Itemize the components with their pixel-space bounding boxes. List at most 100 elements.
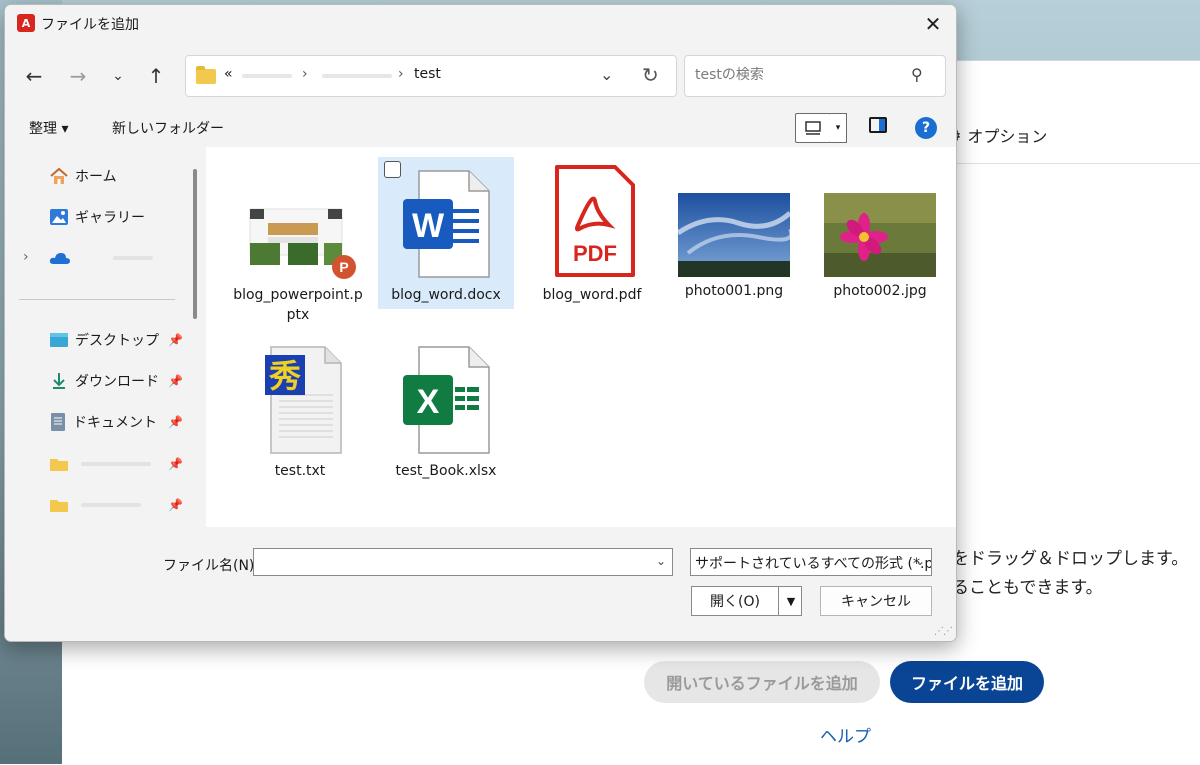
recent-locations-button[interactable]: ⌄ <box>103 61 133 91</box>
new-folder-button[interactable]: 新しいフォルダー <box>112 118 224 138</box>
command-bar: 整理 ▾ 新しいフォルダー ▾ ? <box>5 107 956 147</box>
sidebar-item-label: ホーム <box>75 169 117 185</box>
close-icon: ✕ <box>924 12 942 36</box>
sidebar-item-home[interactable]: ホーム <box>49 163 117 189</box>
sidebar-item-redacted <box>81 462 151 466</box>
sidebar-item-redacted <box>81 503 141 507</box>
pin-icon[interactable]: 📌 <box>168 498 183 512</box>
sidebar-item-documents[interactable]: ドキュメント <box>49 409 157 435</box>
file-name: blog_word.docx <box>391 287 501 303</box>
split-divider <box>778 587 779 615</box>
address-segment-redacted[interactable] <box>322 74 392 78</box>
view-options-dropdown[interactable]: ▾ <box>830 113 847 143</box>
chevron-down-icon[interactable]: ⌄ <box>656 554 666 568</box>
drop-instructions-line1: をドラッグ＆ドロップします。 <box>952 549 1189 569</box>
help-link[interactable]: ヘルプ <box>820 722 871 747</box>
sidebar-item-label: ダウンロード <box>75 374 159 390</box>
back-button[interactable]: ← <box>19 61 49 91</box>
arrow-up-icon: ↑ <box>147 64 165 88</box>
gallery-icon <box>50 209 68 225</box>
resize-grip-icon[interactable]: ⋰⋰ <box>934 626 953 637</box>
file-item-xlsx[interactable]: X test_Book.xlsx <box>378 341 514 481</box>
sidebar-item-redacted <box>113 256 153 260</box>
open-button[interactable]: 開く(O) <box>692 587 778 615</box>
up-button[interactable]: ↑ <box>141 61 171 91</box>
sidebar-item-folder[interactable] <box>49 492 141 518</box>
sidebar-item-label: ドキュメント <box>73 415 157 431</box>
onedrive-icon <box>49 253 70 264</box>
open-options-button[interactable]: ▼ <box>780 587 802 615</box>
file-name: photo001.png <box>684 283 784 299</box>
preview-pane-icon[interactable] <box>869 117 887 133</box>
flower-photo-thumbnail-icon <box>824 193 936 277</box>
pdf-file-icon: PDF <box>555 165 635 277</box>
options-button[interactable]: ⚙ オプション <box>947 123 1047 147</box>
file-item-pdf[interactable]: PDF blog_word.pdf <box>524 161 660 305</box>
pin-icon[interactable]: 📌 <box>168 415 183 429</box>
pin-icon[interactable]: 📌 <box>168 333 183 347</box>
sidebar-item-label: ギャラリー <box>75 210 145 226</box>
sidebar-item-gallery[interactable]: ギャラリー <box>49 204 145 230</box>
caret-down-icon: ▾ <box>835 123 841 133</box>
file-item-pptx[interactable]: P blog_powerpoint.pptx <box>230 205 366 325</box>
svg-text:P: P <box>339 259 348 275</box>
dialog-title: ファイルを追加 <box>41 17 139 33</box>
folder-icon <box>50 500 68 512</box>
navigation-pane: ホーム ギャラリー › デスクトップ 📌 ダウンロード 📌 ドキュメント 📌 📌… <box>5 147 205 527</box>
search-box[interactable]: ⚲ <box>684 55 946 97</box>
close-button[interactable]: ✕ <box>920 11 946 37</box>
file-item-jpg[interactable]: photo002.jpg <box>812 193 948 301</box>
selection-checkbox[interactable] <box>384 161 401 178</box>
file-list: P blog_powerpoint.pptx W blog_word.docx <box>206 147 956 527</box>
file-name: test.txt <box>274 463 326 479</box>
view-icon <box>805 121 821 135</box>
folder-icon <box>50 459 68 471</box>
options-label: オプション <box>967 127 1048 146</box>
sidebar-item-desktop[interactable]: デスクトップ <box>49 327 159 353</box>
organize-menu[interactable]: 整理 ▾ <box>29 118 68 138</box>
pin-icon[interactable]: 📌 <box>168 457 183 471</box>
open-split-button: 開く(O) ▼ <box>691 586 802 616</box>
refresh-icon[interactable]: ↻ <box>642 63 659 87</box>
file-name: photo002.jpg <box>833 283 927 299</box>
filename-label: ファイル名(N): <box>163 558 260 574</box>
cancel-button[interactable]: キャンセル <box>820 586 932 616</box>
view-button[interactable] <box>795 113 831 143</box>
sidebar-item-downloads[interactable]: ダウンロード <box>49 368 159 394</box>
download-icon <box>53 373 65 389</box>
file-name: blog_word.pdf <box>542 287 642 303</box>
search-icon: ⚲ <box>911 65 923 84</box>
file-item-docx[interactable]: W blog_word.docx <box>378 157 514 309</box>
svg-text:W: W <box>412 207 445 245</box>
excel-file-icon: X <box>403 346 490 454</box>
folder-icon <box>196 66 216 84</box>
add-open-files-button[interactable]: 開いているファイルを追加 <box>644 661 880 703</box>
sidebar-scrollbar[interactable] <box>193 169 197 319</box>
sidebar-item-folder[interactable] <box>49 451 151 477</box>
address-history-chevron-icon[interactable]: ⌄ <box>600 65 613 84</box>
acrobat-icon: A <box>17 14 35 32</box>
word-file-icon: W <box>403 170 490 278</box>
pin-icon[interactable]: 📌 <box>168 374 183 388</box>
file-item-txt[interactable]: 秀 test.txt <box>232 341 368 481</box>
file-item-png[interactable]: photo001.png <box>666 193 802 301</box>
add-file-button[interactable]: ファイルを追加 <box>890 661 1044 703</box>
sidebar-item-onedrive[interactable] <box>49 245 153 271</box>
desktop-icon <box>50 333 68 347</box>
arrow-left-icon: ← <box>25 64 43 88</box>
help-icon[interactable]: ? <box>915 117 937 139</box>
home-icon <box>50 167 68 184</box>
filename-combobox[interactable]: ⌄ <box>253 548 673 576</box>
address-bar[interactable]: « › › test ⌄ ↻ <box>185 55 677 97</box>
add-file-dialog: A ファイルを追加 ✕ ← → ⌄ ↑ « › › test ⌄ ↻ ⚲ 整理 … <box>4 4 957 642</box>
file-name: test_Book.xlsx <box>395 463 497 479</box>
address-current-folder[interactable]: test <box>414 66 441 82</box>
filetype-select[interactable]: サポートされているすべての形式 (*.p ⌄ <box>690 548 932 576</box>
address-segment-redacted[interactable] <box>242 74 292 78</box>
breadcrumb-separator-icon: › <box>398 66 404 82</box>
address-overflow[interactable]: « <box>224 66 233 82</box>
search-input[interactable] <box>693 66 907 84</box>
expand-chevron-icon[interactable]: › <box>23 249 29 265</box>
drop-instructions-line2: ることもできます。 <box>952 578 1103 598</box>
forward-button[interactable]: → <box>63 61 93 91</box>
